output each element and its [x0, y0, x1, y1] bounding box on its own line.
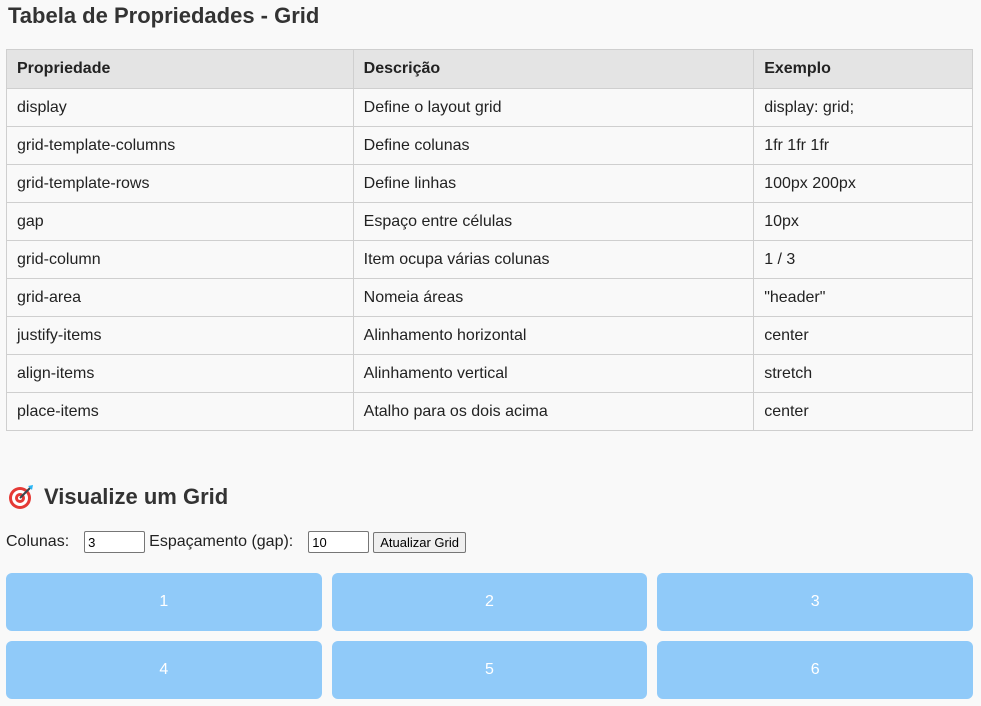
cell-description: Espaço entre células [352, 202, 755, 241]
cell-example: "header" [753, 278, 973, 317]
table-header-row: Propriedade Descrição Exemplo [6, 49, 973, 89]
table-row: grid-area Nomeia áreas "header" [6, 278, 973, 317]
cell-description: Item ocupa várias colunas [352, 240, 755, 279]
column-header-example: Exemplo [753, 49, 973, 89]
cell-property: justify-items [6, 316, 354, 355]
grid-cell: 3 [657, 573, 973, 631]
table-row: grid-column Item ocupa várias colunas 1 … [6, 240, 973, 279]
grid-cell: 1 [6, 573, 322, 631]
columns-input[interactable] [84, 531, 146, 553]
page-title: Tabela de Propriedades - Grid [8, 3, 320, 28]
table-row: justify-items Alinhamento horizontal cen… [6, 316, 973, 355]
cell-description: Define colunas [352, 126, 755, 165]
cell-example: 10px [753, 202, 973, 241]
cell-description: Atalho para os dois acima [352, 392, 755, 431]
cell-description: Alinhamento vertical [352, 354, 755, 393]
table-row: grid-template-columns Define colunas 1fr… [6, 126, 973, 165]
cell-property: gap [6, 202, 354, 241]
cell-property: grid-template-columns [6, 126, 354, 165]
cell-property: place-items [6, 392, 354, 431]
grid-cell: 6 [657, 641, 973, 699]
cell-example: 100px 200px [753, 164, 973, 203]
cell-property: grid-column [6, 240, 354, 279]
table-row: gap Espaço entre células 10px [6, 202, 973, 241]
cell-example: 1fr 1fr 1fr [753, 126, 973, 165]
cell-example: stretch [753, 354, 973, 393]
grid-preview: 1 2 3 4 5 6 [6, 573, 973, 699]
visualize-heading: Visualize um Grid [8, 484, 228, 510]
cell-example: center [753, 316, 973, 355]
cell-description: Define o layout grid [352, 88, 755, 127]
cell-example: display: grid; [753, 88, 973, 127]
cell-property: grid-template-rows [6, 164, 354, 203]
table-row: place-items Atalho para os dois acima ce… [6, 392, 973, 431]
cell-property: grid-area [6, 278, 354, 317]
grid-cell: 4 [6, 641, 322, 699]
update-grid-button[interactable]: Atualizar Grid [373, 531, 466, 553]
table-row: align-items Alinhamento vertical stretch [6, 354, 973, 393]
visualize-heading-text: Visualize um Grid [44, 484, 229, 509]
table-row: grid-template-rows Define linhas 100px 2… [6, 164, 973, 203]
cell-example: 1 / 3 [753, 240, 973, 279]
gap-input[interactable] [308, 531, 370, 553]
cell-description: Nomeia áreas [352, 278, 755, 317]
table-row: display Define o layout grid display: gr… [6, 88, 973, 127]
grid-cell: 5 [331, 641, 648, 699]
properties-table: Propriedade Descrição Exemplo display De… [6, 49, 973, 431]
column-header-description: Descrição [352, 49, 755, 89]
cell-description: Define linhas [352, 164, 755, 203]
columns-label: Colunas: [6, 533, 70, 550]
cell-property: align-items [6, 354, 354, 393]
cell-property: display [6, 88, 354, 127]
cell-description: Alinhamento horizontal [352, 316, 755, 355]
grid-controls: Colunas: Espaçamento (gap): Atualizar Gr… [6, 531, 466, 553]
target-icon [8, 484, 34, 510]
gap-label: Espaçamento (gap): [149, 533, 294, 550]
cell-example: center [753, 392, 973, 431]
grid-cell: 2 [331, 573, 648, 631]
column-header-property: Propriedade [6, 49, 354, 89]
